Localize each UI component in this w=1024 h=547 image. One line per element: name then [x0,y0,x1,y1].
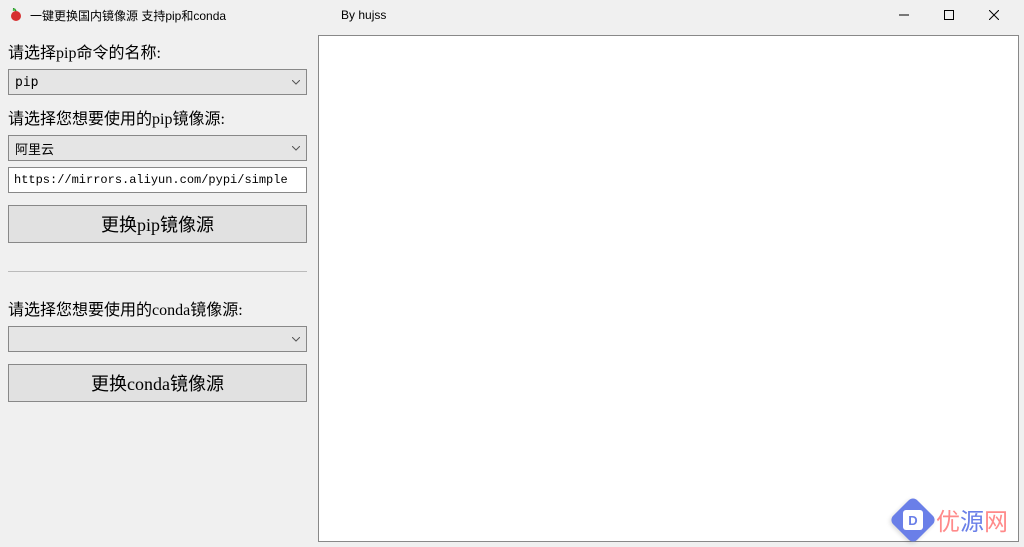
pip-mirror-label: 请选择您想要使用的pip镜像源: [8,105,307,129]
pip-mirror-value: 阿里云 [15,139,54,158]
minimize-button[interactable] [881,0,926,30]
app-icon [8,7,24,23]
window-title: 一键更换国内镜像源 支持pip和conda [30,7,226,24]
maximize-button[interactable] [926,0,971,30]
conda-mirror-label: 请选择您想要使用的conda镜像源: [8,296,307,320]
pip-cmd-value: pip [15,75,38,90]
divider [8,271,307,272]
chevron-down-icon [292,334,300,345]
change-conda-button[interactable]: 更换conda镜像源 [8,364,307,402]
pip-url-input[interactable]: https://mirrors.aliyun.com/pypi/simple [8,167,307,193]
pip-url-value: https://mirrors.aliyun.com/pypi/simple [14,173,288,187]
conda-mirror-select[interactable] [8,326,307,352]
chevron-down-icon [292,77,300,88]
close-button[interactable] [971,0,1016,30]
output-area[interactable] [318,35,1019,542]
pip-cmd-select[interactable]: pip [8,69,307,95]
window-author: By hujss [341,8,386,22]
pip-cmd-label: 请选择pip命令的名称: [8,39,307,63]
main-container: 请选择pip命令的名称: pip 请选择您想要使用的pip镜像源: 阿里云 ht… [0,30,1024,547]
titlebar: 一键更换国内镜像源 支持pip和conda By hujss [0,0,1024,30]
pip-mirror-select[interactable]: 阿里云 [8,135,307,161]
window-controls [881,0,1016,30]
change-pip-button[interactable]: 更换pip镜像源 [8,205,307,243]
left-panel: 请选择pip命令的名称: pip 请选择您想要使用的pip镜像源: 阿里云 ht… [5,35,310,542]
chevron-down-icon [292,143,300,154]
